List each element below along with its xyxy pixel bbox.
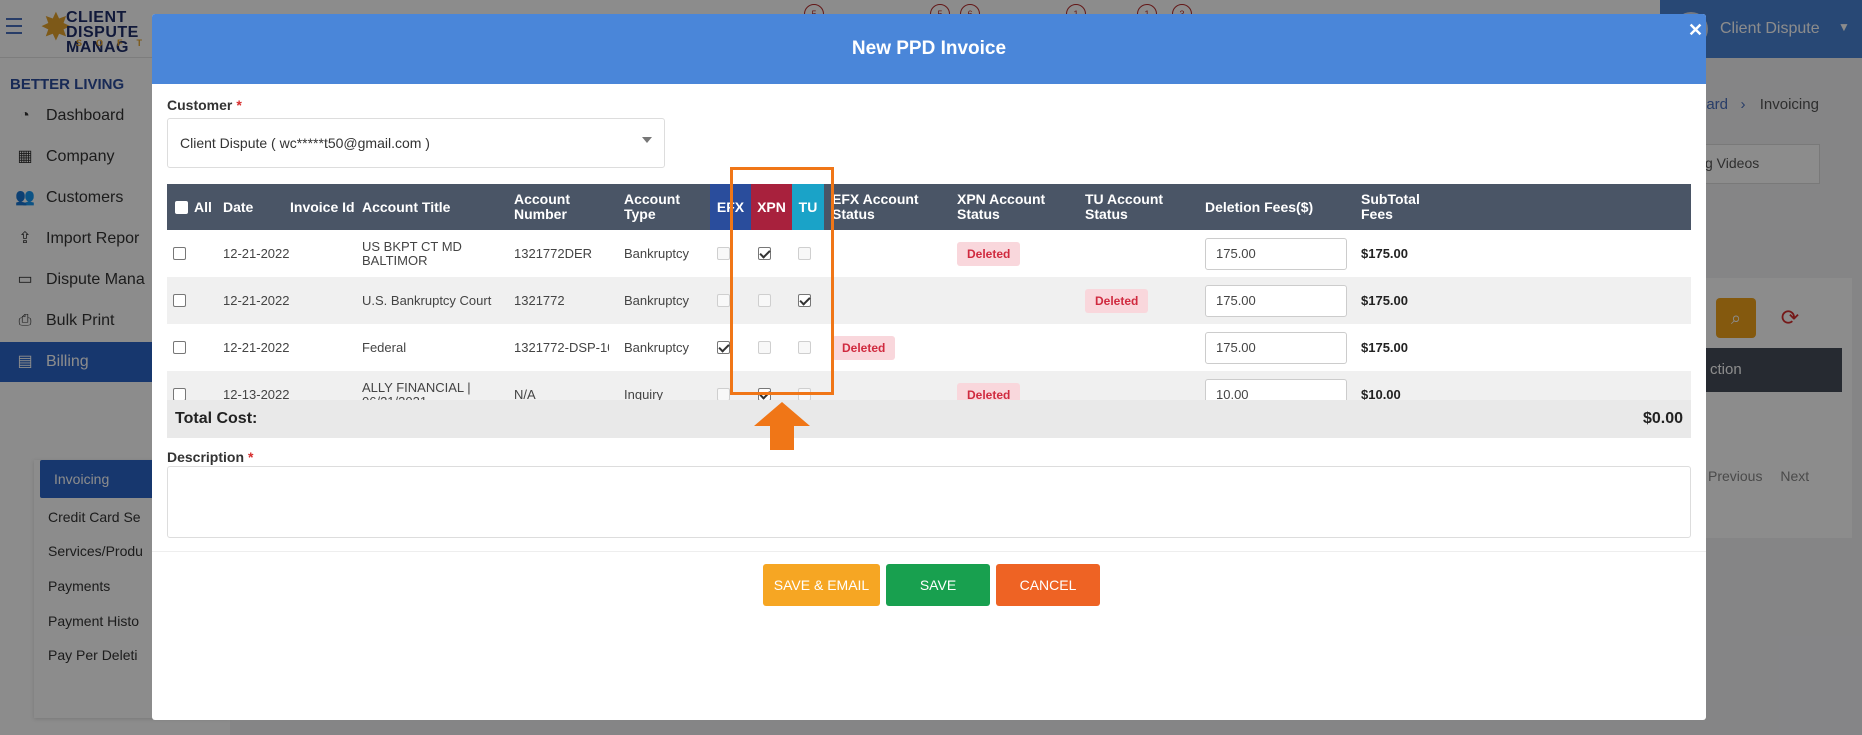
total-cost-value: $0.00 [1642,410,1683,427]
customer-select-value: Client Dispute ( wc*****t50@gmail.com ) [180,135,430,151]
th-invoice-id[interactable]: Invoice Id [290,184,360,230]
efx-checkbox[interactable] [717,294,730,307]
status-badge: Deleted [832,335,896,360]
th-subtotal-fees[interactable]: SubTotal Fees [1361,184,1441,230]
cell-deletion-fee: 175.00 [1205,277,1347,324]
modal-title: New PPD Invoice [851,38,1007,59]
status-badge: Deleted [1085,288,1149,313]
cell-tu-status: Deleted [1085,277,1149,324]
th-select-all: All [175,184,217,230]
footer-divider [152,551,1706,552]
description-textarea[interactable] [167,466,1691,538]
table-row: 12-21-2022 U.S. Bankruptcy Court 1321772… [167,277,1691,324]
cell-efx-status: Deleted [832,324,896,371]
th-efx-status[interactable]: EFX Account Status [832,184,932,230]
cell-xpn-status: Deleted [957,230,1021,277]
cell-date: 12-21-2022 [223,292,290,308]
arrow-up-icon [754,402,810,450]
cell-efx [717,230,730,277]
row-checkbox[interactable] [173,341,186,354]
customer-label: Customer * [167,97,242,113]
cell-subtotal: $175.00 [1361,339,1408,355]
cell-account-type: Bankruptcy [624,245,690,261]
th-account-title[interactable]: Account Title [362,184,502,230]
table-row: 12-21-2022 US BKPT CT MD BALTIMOR 132177… [167,230,1691,277]
description-label-text: Description [167,449,245,465]
required-marker: * [248,449,254,465]
deletion-fee-input[interactable]: 175.00 [1205,284,1347,317]
cell-efx [717,277,730,324]
table-header: All Date Invoice Id Account Title Accoun… [167,184,1691,230]
cell-account-title: US BKPT CT MD BALTIMOR [362,238,462,268]
select-all-checkbox[interactable] [175,200,188,214]
new-ppd-invoice-modal: New PPD Invoice ✕ Customer * Client Dispu… [152,14,1706,720]
th-account-type[interactable]: Account Type [624,184,704,230]
row-select-cell [173,324,186,371]
cell-date: 12-21-2022 [223,245,290,261]
cell-deletion-fee: 175.00 [1205,324,1347,371]
save-button[interactable]: SAVE [886,564,990,606]
efx-checkbox[interactable] [717,247,730,260]
deletion-fee-input[interactable]: 175.00 [1205,331,1347,364]
cell-account-type: Bankruptcy [624,339,690,355]
th-xpn-status[interactable]: XPN Account Status [957,184,1057,230]
cell-account-number: 1321772 [514,292,565,308]
required-marker: * [236,97,242,113]
cell-account-number: 1321772DER [514,245,593,261]
cell-account-title: U.S. Bankruptcy Court [362,292,492,308]
deletion-fee-input[interactable]: 175.00 [1205,237,1347,270]
status-badge: Deleted [957,241,1021,266]
total-cost-row: Total Cost: $0.00 [167,400,1691,438]
cell-efx [717,324,730,371]
th-account-number[interactable]: Account Number [514,184,594,230]
table-row: 12-21-2022 Federal 1321772-DSP-10/1 Bank… [167,324,1691,371]
row-checkbox[interactable] [173,247,186,260]
customer-label-text: Customer [167,97,233,113]
cell-deletion-fee: 175.00 [1205,230,1347,277]
account-type-highlight [730,167,834,395]
cell-account-title: Federal [362,339,407,355]
efx-checkbox[interactable] [717,341,730,354]
th-deletion-fees[interactable]: Deletion Fees($) [1205,184,1335,230]
chevron-down-icon [642,137,652,143]
th-date[interactable]: Date [223,184,283,230]
row-select-cell [173,277,186,324]
close-icon[interactable]: ✕ [1688,20,1703,41]
cell-account-number: 1321772-DSP-10/1 [514,339,609,355]
description-label: Description * [167,449,253,465]
cell-account-type: Bankruptcy [624,292,690,308]
customer-select[interactable]: Client Dispute ( wc*****t50@gmail.com ) [167,118,665,168]
row-select-cell [173,230,186,277]
total-cost-label: Total Cost: [175,410,258,427]
th-all-label: All [194,198,212,215]
row-checkbox[interactable] [173,294,186,307]
th-tu-status[interactable]: TU Account Status [1085,184,1185,230]
cancel-button[interactable]: CANCEL [996,564,1100,606]
cell-date: 12-21-2022 [223,339,290,355]
cell-subtotal: $175.00 [1361,245,1408,261]
save-and-email-button[interactable]: SAVE & EMAIL [763,564,880,606]
modal-header: New PPD Invoice ✕ [152,14,1706,84]
cell-subtotal: $175.00 [1361,292,1408,308]
